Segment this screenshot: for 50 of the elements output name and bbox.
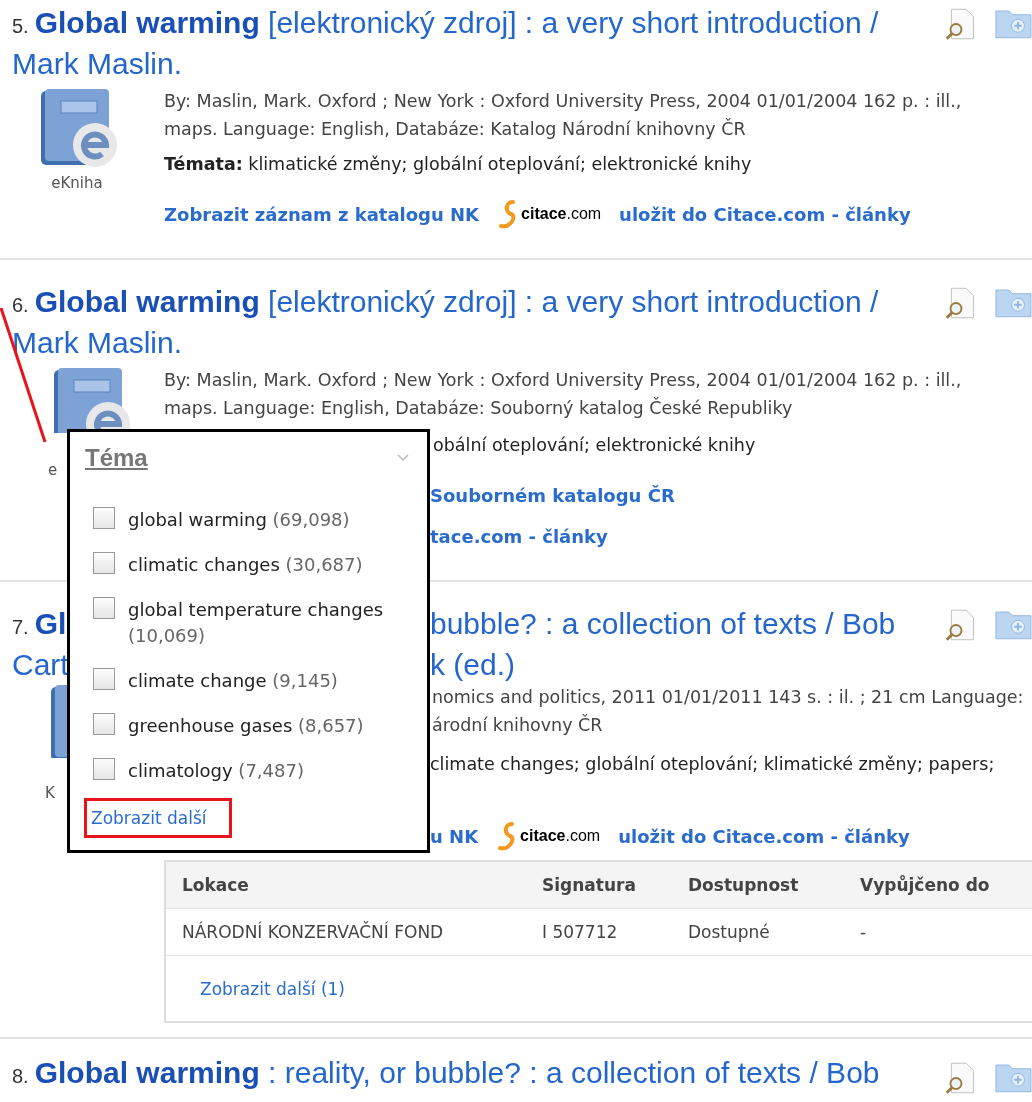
facet-option-label[interactable]: climatic changes (30,687) — [128, 552, 413, 578]
facet-title[interactable]: Téma — [85, 444, 148, 472]
title-fragment[interactable]: Gl — [34, 605, 67, 642]
table-cell-text: - — [860, 922, 868, 942]
column-header: Vypůjčeno do — [860, 875, 991, 895]
table-cell-text: Dostupné — [688, 922, 771, 942]
record-topics: Témata: klimatické změny; globální oteplování; elektronické knihy — [164, 153, 752, 176]
checkbox[interactable] — [93, 758, 115, 780]
facet-option-label[interactable]: climate change (9,145) — [128, 668, 413, 694]
catalog-link[interactable]: u NK — [430, 825, 479, 847]
checkbox[interactable] — [93, 507, 115, 529]
facet-option-label[interactable]: global warming (69,098) — [128, 507, 413, 533]
facet-option-label[interactable]: greenhouse gases (8,657) — [128, 713, 413, 739]
record-topics: obální oteplování; elektronické knihy — [433, 434, 756, 457]
save-citation-link[interactable]: uložit do Citace.com - články — [619, 203, 911, 225]
facet-option-label[interactable]: global temperature changes (10,069) — [128, 597, 413, 649]
record-topics: climate changes; globální oteplování; klimatické změny; papers; — [430, 753, 995, 776]
record-details: árodní knihovny ČR — [432, 713, 603, 737]
citace-logo-text[interactable]: citace.com — [521, 205, 602, 223]
title-fragment[interactable]: k (ed.) — [430, 646, 896, 683]
format-label: K — [45, 783, 55, 803]
column-header: Lokace — [182, 875, 250, 895]
show-more-link[interactable]: Zobrazit další — [91, 808, 207, 828]
citace-logo-text[interactable]: citace.com — [520, 827, 601, 845]
checkbox[interactable] — [93, 713, 115, 735]
checkbox[interactable] — [93, 552, 115, 574]
facet-option-label[interactable]: climatology (7,487) — [128, 758, 413, 784]
format-label: e — [48, 460, 58, 480]
chevron-down-icon[interactable] — [397, 454, 409, 462]
table-cell-text: I 507712 — [542, 922, 619, 942]
checkbox[interactable] — [93, 668, 115, 690]
record-link[interactable]: Souborném katalogu ČR — [430, 484, 675, 506]
format-label: eKniha — [51, 173, 103, 193]
record-link[interactable]: tace.com - články — [430, 525, 608, 547]
title-fragment[interactable]: Cart — [12, 646, 69, 683]
column-header: Signatura — [542, 875, 637, 895]
title-fragment[interactable]: bubble? : a collection of texts / Bob — [430, 605, 896, 646]
record-details: By: Maslin, Mark. Oxford ; New York : Oxford University Press, 2004 01/01/2004 162 p. : ill., maps. Language: English, Databáze: Souborný katalog České Republiky — [164, 369, 963, 420]
table-cell-text: NÁRODNÍ KONZERVAČNÍ FOND — [182, 922, 445, 942]
checkbox[interactable] — [93, 597, 115, 619]
record-details: By: Maslin, Mark. Oxford ; New York : Oxford University Press, 2004 01/01/2004 162 p. : ill., maps. Language: English, Databáze: Katalog Národní knihovny ČR — [164, 90, 963, 141]
catalog-link[interactable]: Zobrazit záznam z katalogu NK — [164, 203, 480, 225]
record-number: 7. — [12, 615, 29, 640]
show-more-link[interactable]: Zobrazit další (1) — [200, 978, 345, 999]
column-header: Dostupnost — [688, 875, 800, 895]
record-details: nomics and politics, 2011 01/01/2011 143 s. : il. ; 21 cm Language: — [432, 686, 1024, 709]
record-title[interactable]: 5. Global warming [elektronický zdroj] : a very short introduction / Mark Maslin. — [12, 4, 912, 82]
record-title[interactable]: 8. Global warming : reality, or bubble? : a collection of texts / Bob — [12, 1058, 912, 1091]
save-citation-link[interactable]: uložit do Citace.com - články — [618, 825, 910, 847]
record-title[interactable]: 6. Global warming [elektronický zdroj] : a very short introduction / Mark Maslin. — [12, 283, 912, 361]
